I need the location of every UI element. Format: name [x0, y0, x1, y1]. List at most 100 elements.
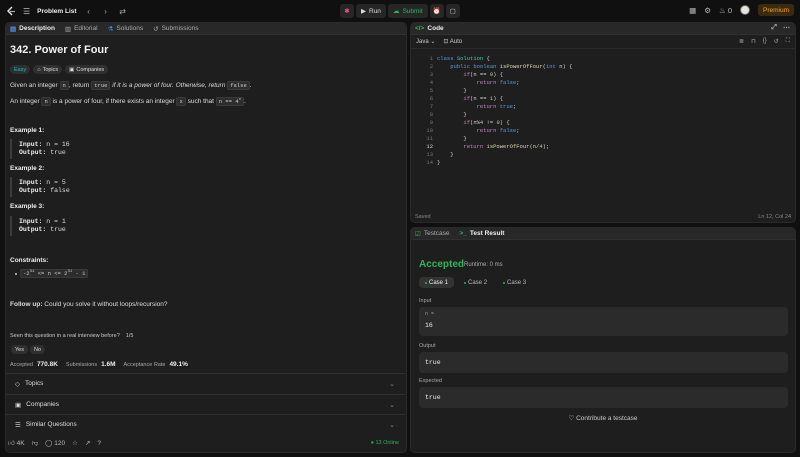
example-2-heading: Example 2:	[10, 165, 45, 172]
tab-editorial[interactable]: ▥ Editorial	[65, 25, 98, 33]
star-icon: ☆	[72, 440, 78, 447]
tab-testcase[interactable]: ☑ Testcase	[415, 230, 449, 238]
list-icon: ☰	[15, 421, 21, 429]
dislike-button[interactable]: 👎︎	[32, 439, 39, 447]
code-line: }	[437, 159, 441, 166]
no-button[interactable]: No	[30, 345, 46, 354]
prev-problem-icon[interactable]: ‹	[84, 7, 94, 16]
note-icon: ▢	[449, 8, 456, 15]
contribute-testcase-link[interactable]: ♡ Contribute a testcase	[411, 414, 795, 422]
help-button[interactable]: ?	[97, 440, 101, 447]
shuffle-icon[interactable]: ⇄	[118, 7, 128, 16]
code-window-tools: ⤢ ⋯	[771, 24, 790, 32]
expected-label: Expected	[419, 378, 442, 384]
case-tabs: Case 1 Case 2 Case 3	[419, 277, 532, 288]
language-select[interactable]: Java ⌄	[416, 38, 435, 45]
debug-button[interactable]: ✱	[340, 4, 354, 18]
chevron-down-icon: ⌄	[389, 421, 395, 429]
top-bar: ☰ Problem List ‹ › ⇄ ✱ ▶ Run ☁ Submit ⏰ ▢ …	[0, 0, 800, 22]
expected-box: true	[419, 387, 788, 408]
accordion-companies[interactable]: ▣ Companies ⌄	[5, 394, 405, 414]
line-number: 4	[429, 79, 433, 86]
acceptance-rate-stat: Acceptance Rate 49.1%	[123, 361, 188, 368]
like-button[interactable]: 👍︎ 4K	[8, 439, 25, 447]
gear-icon[interactable]: ⚙	[704, 6, 711, 15]
expand-icon[interactable]: ⤢	[771, 24, 777, 32]
avatar[interactable]	[739, 5, 750, 15]
timer-button[interactable]: ⏰	[429, 4, 444, 18]
submissions-stat: Submissions 1.6M	[65, 361, 116, 368]
lock-icon: ⊡	[443, 39, 449, 45]
accordion-similar-questions[interactable]: ☰ Similar Questions ⌄	[5, 414, 405, 434]
example-2-input: Input: n = 5	[19, 179, 66, 186]
tab-submissions[interactable]: ↺ Submissions	[153, 25, 198, 33]
play-icon: ▶	[361, 8, 366, 15]
code-line: if(n%4 != 0) {	[463, 119, 510, 126]
format-icon[interactable]: ≣	[739, 38, 744, 45]
bullet	[15, 272, 17, 275]
survey-question: Seen this question in a real interview b…	[10, 333, 134, 339]
comments-button[interactable]: ◯ 120	[45, 439, 65, 447]
tab-description[interactable]: ▤ Description	[10, 25, 55, 33]
language-bar: Java ⌄ ⊡ Auto ≣ ⊓ {} ↺ ⛶	[411, 35, 795, 49]
editor-status-bar: Saved Ln 12, Col 24	[415, 214, 791, 220]
share-button[interactable]: ↗	[85, 439, 90, 447]
code-line: }	[437, 151, 454, 158]
online-count: ● 13 Online	[370, 440, 399, 446]
leetcode-logo[interactable]	[5, 6, 16, 17]
problem-list-icon[interactable]: ☰	[23, 7, 30, 16]
case-tab-2[interactable]: Case 2	[458, 277, 493, 288]
bookmark-icon[interactable]: ⊓	[751, 38, 756, 45]
expected-value: true	[425, 394, 441, 401]
input-box: n = 16	[419, 307, 788, 336]
description-icon: ▤	[10, 25, 17, 33]
case-tab-1[interactable]: Case 1	[419, 277, 455, 288]
heart-icon: ♡	[568, 415, 575, 422]
notes-button[interactable]: ▢	[445, 4, 460, 18]
topics-chip[interactable]: ⌂ Topics	[33, 65, 63, 74]
description-tabbar: ▤ Description ▥ Editorial ⚗ Solutions ↺ Subm…	[6, 23, 406, 35]
thumbs-up-icon: 👍︎	[8, 440, 15, 447]
more-icon[interactable]: ⋯	[783, 24, 790, 32]
companies-chip[interactable]: ▣ Companies	[65, 65, 109, 74]
fullscreen-icon[interactable]: ⛶	[786, 38, 790, 45]
example-3-bar	[10, 216, 12, 236]
result-status: Accepted	[419, 259, 465, 270]
code-line: public boolean isPowerOfFour(int n) {	[450, 63, 573, 70]
lock-icon: ▣	[15, 401, 22, 409]
auto-mode[interactable]: ⊡ Auto	[443, 38, 462, 45]
tab-solutions[interactable]: ⚗ Solutions	[108, 25, 144, 33]
run-button[interactable]: ▶ Run	[356, 4, 386, 18]
line-number: 5	[429, 87, 433, 94]
braces-icon[interactable]: {}	[763, 38, 767, 45]
code-line: if(n == 0) {	[463, 71, 504, 78]
reset-icon[interactable]: ↺	[774, 38, 779, 45]
code-title: Code	[427, 25, 444, 32]
accepted-stat: Accepted 770.8K	[10, 361, 58, 368]
question-icon: ?	[97, 439, 102, 447]
followup: Follow up: Could you solve it without lo…	[10, 301, 168, 308]
flask-icon: ⚗	[107, 25, 114, 33]
example-2-bar	[10, 177, 12, 197]
code-icon: </>	[415, 25, 425, 32]
pass-dot	[464, 281, 467, 284]
tag-icon: ⌂	[37, 66, 41, 73]
line-number: 10	[426, 127, 433, 134]
code-editor[interactable]: 1 class Solution { 2 public boolean isPo…	[411, 49, 795, 222]
yes-button[interactable]: Yes	[11, 345, 28, 354]
premium-button[interactable]: Premium	[757, 4, 794, 16]
example-1-input: Input: n = 16	[19, 141, 70, 148]
next-problem-icon[interactable]: ›	[101, 7, 111, 16]
line-number: 12	[426, 143, 433, 150]
favorite-button[interactable]: ☆	[72, 439, 78, 447]
layout-icon[interactable]: ▦	[689, 6, 696, 15]
tag-icon: ◇	[15, 380, 20, 388]
case-tab-3[interactable]: Case 3	[497, 277, 532, 288]
streak[interactable]: ♨ 0	[719, 6, 732, 15]
problem-list-title[interactable]: Problem List	[37, 8, 76, 15]
constraints-heading: Constraints:	[10, 257, 49, 264]
tab-test-result[interactable]: >_ Test Result	[459, 230, 504, 237]
code-line: }	[437, 135, 467, 142]
submit-button[interactable]: ☁ Submit	[387, 4, 428, 18]
accordion-topics[interactable]: ◇ Topics ⌄	[5, 373, 405, 393]
